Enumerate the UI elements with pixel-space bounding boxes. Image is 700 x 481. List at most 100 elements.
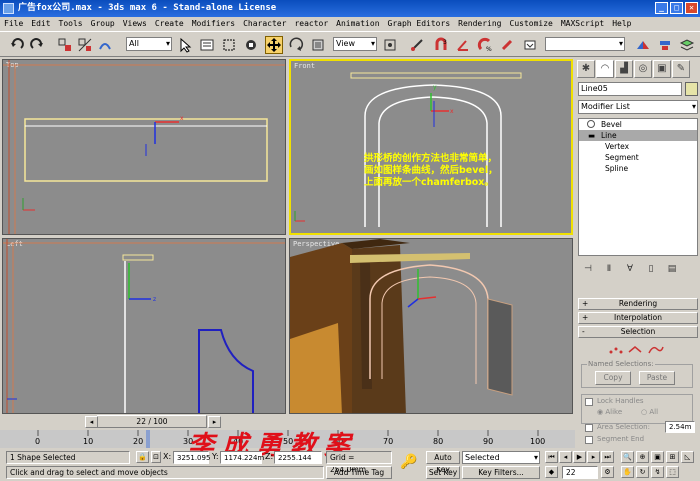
undo-icon[interactable] bbox=[8, 36, 26, 54]
remove-modifier-icon[interactable]: ▯ bbox=[643, 264, 659, 278]
y-coordinate-field[interactable]: 1174.224m bbox=[220, 451, 264, 464]
absolute-mode-icon[interactable]: ⊡ bbox=[151, 451, 161, 463]
menu-rendering[interactable]: Rendering bbox=[458, 17, 501, 31]
menu-graph-editors[interactable]: Graph Editors bbox=[388, 17, 451, 31]
motion-tab-icon[interactable]: ◎ bbox=[634, 60, 652, 78]
key-mode-dropdown[interactable]: Selected bbox=[462, 451, 540, 464]
modifier-list-dropdown[interactable]: Modifier List bbox=[578, 100, 698, 114]
unlink-icon[interactable] bbox=[76, 36, 94, 54]
select-and-rotate-icon[interactable] bbox=[287, 36, 305, 54]
menu-customize[interactable]: Customize bbox=[510, 17, 553, 31]
set-key-button[interactable]: Set Key bbox=[426, 466, 460, 479]
mirror-icon[interactable] bbox=[634, 36, 652, 54]
stack-item-spline[interactable]: Spline bbox=[579, 163, 697, 174]
named-selection-sets-icon[interactable] bbox=[521, 36, 539, 54]
previous-frame-icon[interactable]: ◂ bbox=[559, 451, 572, 463]
select-object-icon[interactable] bbox=[176, 36, 194, 54]
expand-minus-icon[interactable]: ▬ bbox=[588, 130, 595, 141]
zoom-all-icon[interactable]: ⊕ bbox=[636, 451, 649, 463]
menu-maxscript[interactable]: MAXScript bbox=[561, 17, 604, 31]
stack-item-vertex[interactable]: Vertex bbox=[579, 141, 697, 152]
key-mode-toggle-icon[interactable]: ◆ bbox=[545, 466, 558, 478]
alike-radio[interactable]: ◉ Alike bbox=[597, 408, 622, 416]
viewport-front[interactable]: Front x y 拱形桥的创作方法也非常简单，画如图样条曲线，然后bevel，… bbox=[289, 59, 573, 235]
close-button[interactable]: ✕ bbox=[685, 2, 698, 14]
paste-button[interactable]: Paste bbox=[639, 371, 675, 385]
area-selection-checkbox[interactable] bbox=[585, 424, 593, 432]
min-max-toggle-icon[interactable]: ⬚ bbox=[666, 466, 679, 478]
snaps-toggle-icon[interactable]: 3 bbox=[432, 36, 450, 54]
lightbulb-icon[interactable] bbox=[587, 120, 595, 128]
pin-stack-icon[interactable]: ⊣ bbox=[580, 264, 596, 278]
minimize-button[interactable]: _ bbox=[655, 2, 668, 14]
go-to-end-icon[interactable]: ⏭ bbox=[601, 451, 614, 463]
stack-item-bevel[interactable]: Bevel bbox=[579, 119, 697, 130]
stack-item-line[interactable]: ▬ Line bbox=[579, 130, 697, 141]
field-of-view-icon[interactable]: ◺ bbox=[681, 451, 694, 463]
utilities-tab-icon[interactable]: ✎ bbox=[672, 60, 690, 78]
current-frame-field[interactable]: 22 bbox=[562, 466, 598, 479]
align-icon[interactable] bbox=[656, 36, 674, 54]
display-tab-icon[interactable]: ▣ bbox=[653, 60, 671, 78]
rectangular-selection-icon[interactable] bbox=[220, 36, 238, 54]
hierarchy-tab-icon[interactable]: ▟ bbox=[615, 60, 633, 78]
menu-reactor[interactable]: reactor bbox=[294, 17, 328, 31]
spinner-snap-icon[interactable] bbox=[498, 36, 516, 54]
key-filters-button[interactable]: Key Filters... bbox=[462, 466, 540, 479]
object-color-swatch[interactable] bbox=[685, 82, 698, 96]
menu-group[interactable]: Group bbox=[91, 17, 115, 31]
set-key-icon[interactable]: 🔑 bbox=[396, 454, 422, 474]
menu-views[interactable]: Views bbox=[123, 17, 147, 31]
make-unique-icon[interactable]: ∀ bbox=[622, 264, 638, 278]
redo-icon[interactable] bbox=[28, 36, 46, 54]
create-tab-icon[interactable]: ✱ bbox=[577, 60, 595, 78]
zoom-extents-all-icon[interactable]: ⊞ bbox=[666, 451, 679, 463]
zoom-icon[interactable]: 🔍 bbox=[621, 451, 634, 463]
copy-button[interactable]: Copy bbox=[595, 371, 631, 385]
subobject-level-icons[interactable] bbox=[605, 343, 665, 357]
time-configuration-icon[interactable]: ⚙ bbox=[601, 466, 614, 478]
rollout-rendering[interactable]: + Rendering bbox=[578, 298, 698, 310]
menu-edit[interactable]: Edit bbox=[31, 17, 50, 31]
menu-create[interactable]: Create bbox=[155, 17, 184, 31]
play-icon[interactable]: ▶ bbox=[573, 451, 586, 463]
modifier-stack[interactable]: Bevel ▬ Line Vertex Segment Spline bbox=[578, 118, 698, 256]
reference-coordinate-dropdown[interactable]: View bbox=[333, 37, 377, 51]
x-coordinate-field[interactable]: 3251.095 bbox=[173, 451, 210, 464]
area-selection-spinner[interactable]: 2.54m bbox=[665, 421, 695, 433]
pivot-point-center-icon[interactable] bbox=[381, 36, 399, 54]
selection-filter-dropdown[interactable]: All bbox=[126, 37, 172, 51]
lock-selection-icon[interactable]: 🔒 bbox=[136, 451, 149, 463]
maximize-button[interactable]: □ bbox=[670, 2, 683, 14]
select-by-name-icon[interactable] bbox=[198, 36, 216, 54]
next-frame-icon[interactable]: ▸ bbox=[587, 451, 600, 463]
rollout-selection[interactable]: - Selection bbox=[578, 326, 698, 338]
modify-tab-icon[interactable]: ◠ bbox=[596, 60, 614, 78]
layer-manager-icon[interactable] bbox=[678, 36, 696, 54]
add-time-tag-button[interactable]: Add Time Tag bbox=[326, 466, 392, 479]
all-radio[interactable]: ○ All bbox=[641, 408, 658, 416]
link-icon[interactable] bbox=[56, 36, 74, 54]
viewport-top[interactable]: Top x bbox=[2, 59, 286, 235]
menu-file[interactable]: File bbox=[4, 17, 23, 31]
zoom-extents-icon[interactable]: ▣ bbox=[651, 451, 664, 463]
menu-help[interactable]: Help bbox=[612, 17, 631, 31]
select-and-move-icon[interactable] bbox=[265, 36, 283, 54]
rollout-interpolation[interactable]: + Interpolation bbox=[578, 312, 698, 324]
arc-rotate-icon[interactable]: ↻ bbox=[636, 466, 649, 478]
lock-handles-checkbox[interactable] bbox=[585, 398, 593, 406]
viewport-left[interactable]: Left z bbox=[2, 238, 286, 414]
menu-tools[interactable]: Tools bbox=[59, 17, 83, 31]
menu-modifiers[interactable]: Modifiers bbox=[192, 17, 235, 31]
named-selection-dropdown[interactable] bbox=[545, 37, 625, 51]
pan-icon[interactable]: ✋ bbox=[621, 466, 634, 478]
time-slider-prev-icon[interactable]: ◂ bbox=[85, 416, 98, 428]
select-and-scale-icon[interactable] bbox=[309, 36, 327, 54]
menu-character[interactable]: Character bbox=[243, 17, 286, 31]
angle-snap-icon[interactable] bbox=[454, 36, 472, 54]
walk-through-icon[interactable]: ↯ bbox=[651, 466, 664, 478]
segment-end-checkbox[interactable] bbox=[585, 436, 593, 444]
select-and-manipulate-icon[interactable] bbox=[408, 36, 426, 54]
configure-modifier-sets-icon[interactable]: ▤ bbox=[664, 264, 680, 278]
go-to-start-icon[interactable]: ⏮ bbox=[545, 451, 558, 463]
